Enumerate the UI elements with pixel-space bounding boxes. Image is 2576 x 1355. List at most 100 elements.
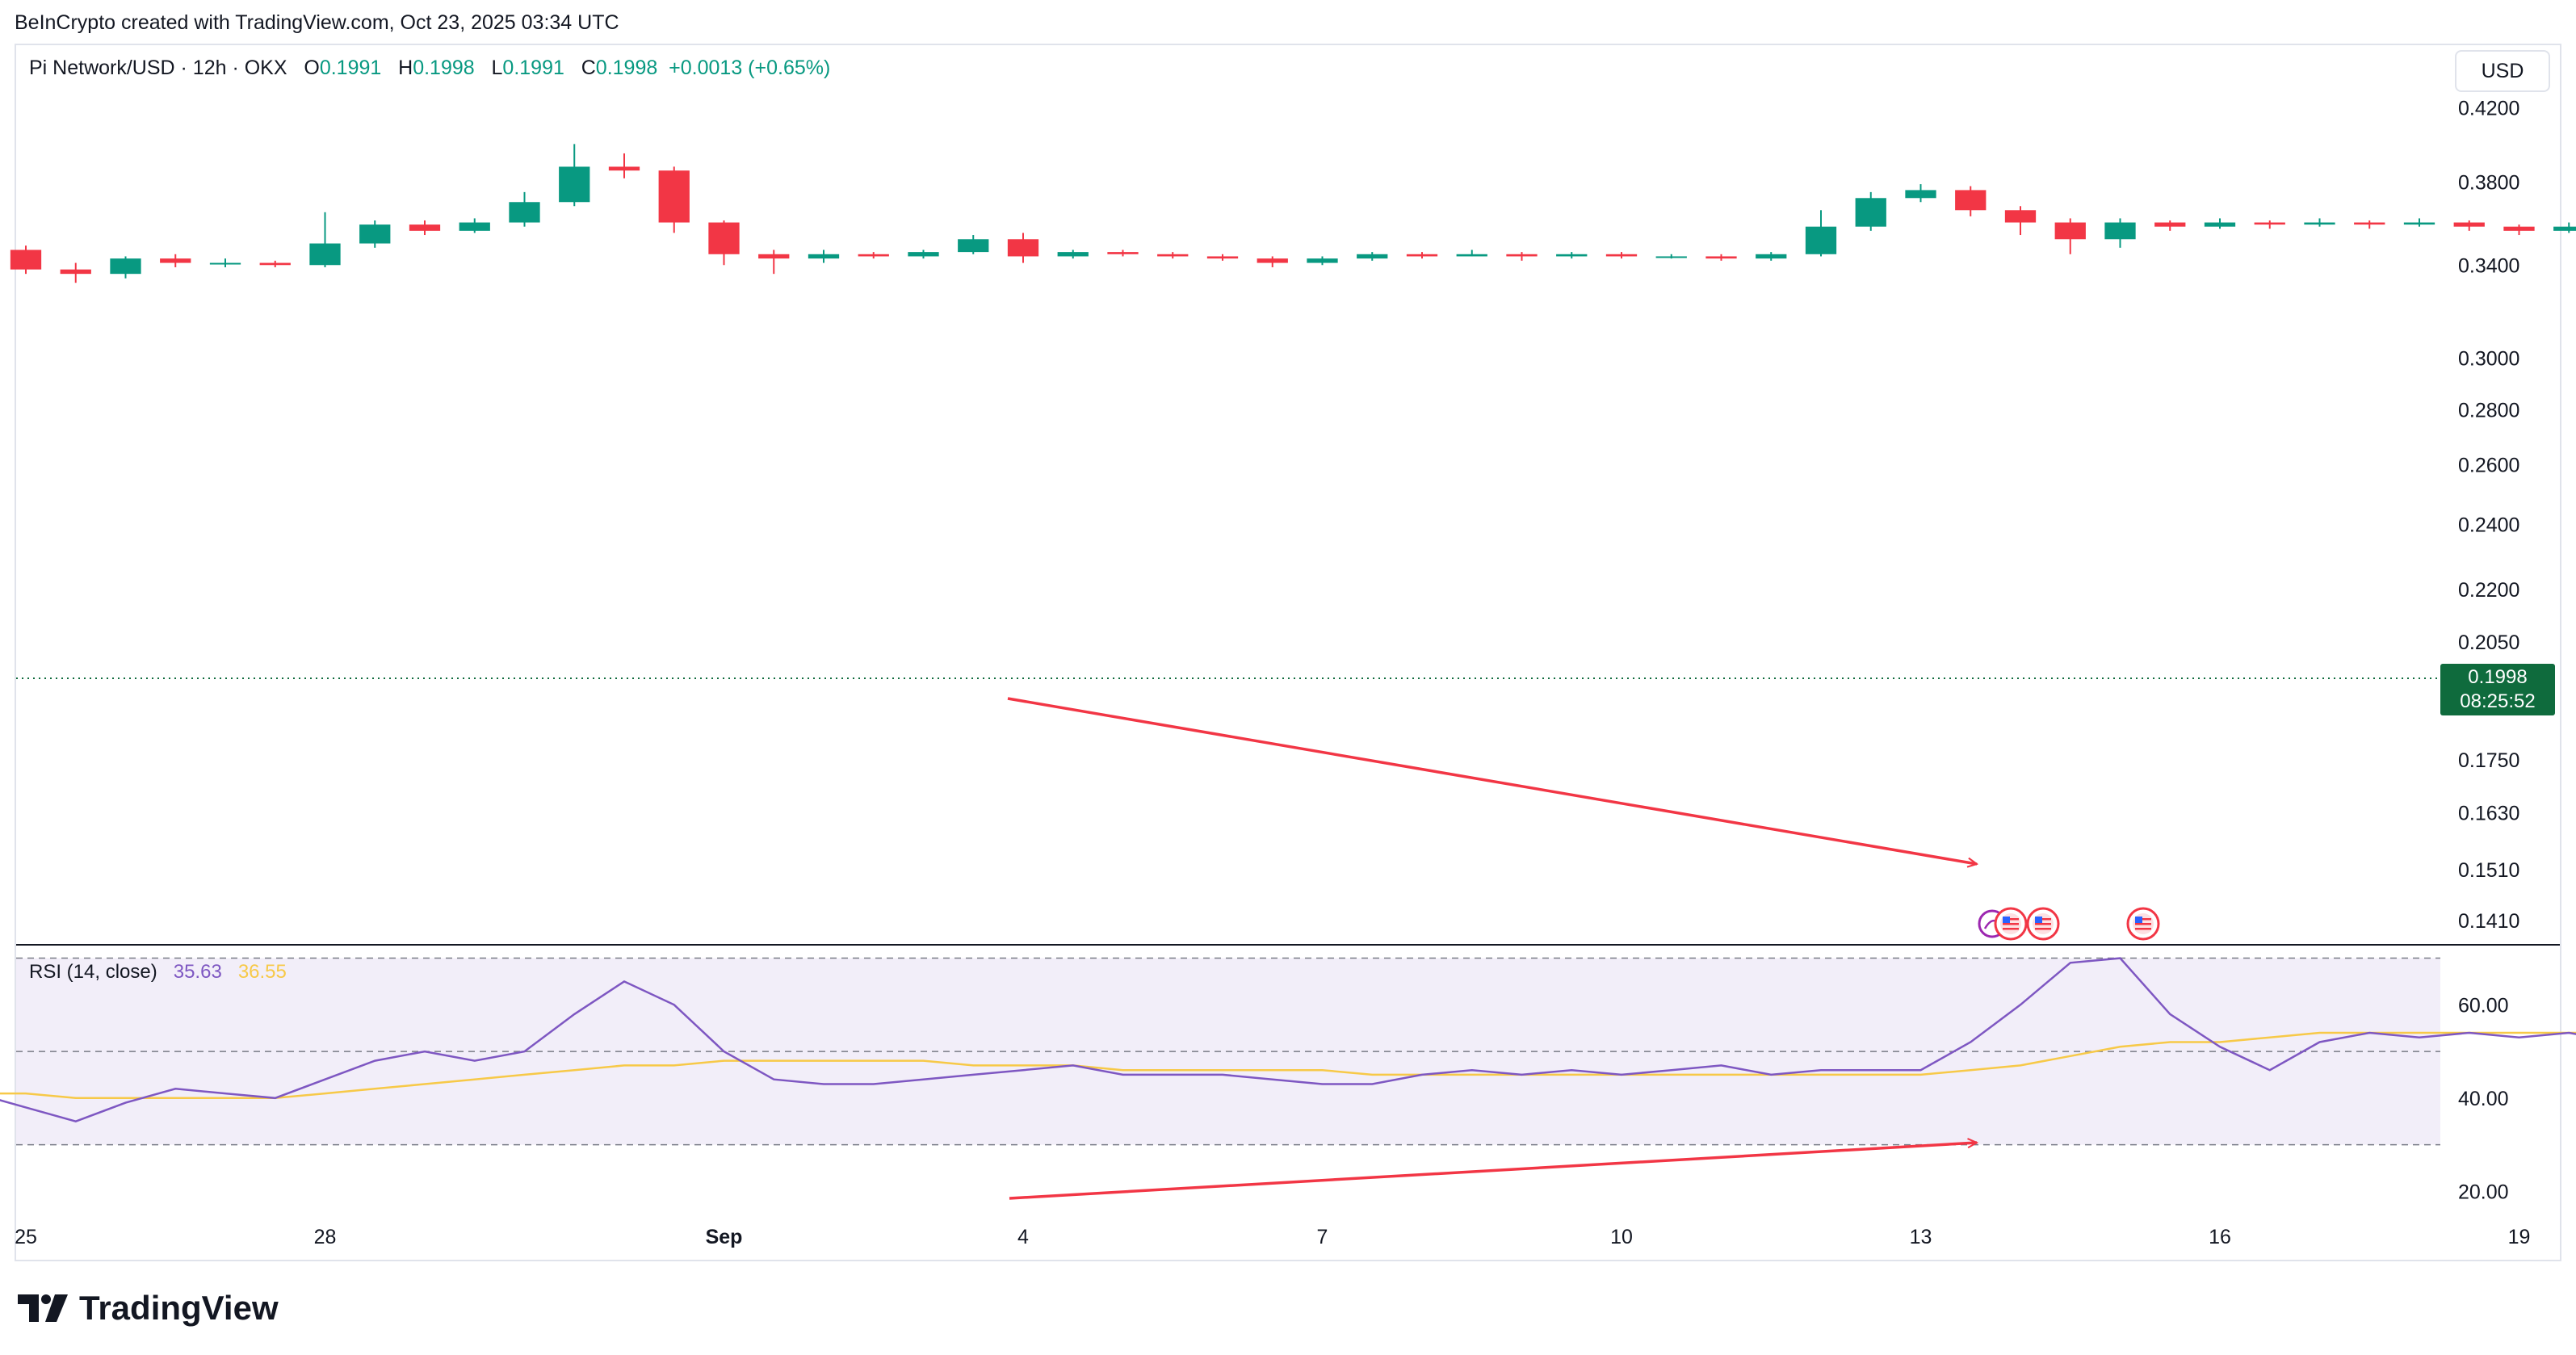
price-tick-label: 0.4200 bbox=[2458, 97, 2519, 120]
candle-body bbox=[2553, 226, 2576, 231]
time-tick-label: 16 bbox=[2209, 1226, 2231, 1248]
candle bbox=[509, 191, 540, 227]
candle bbox=[2403, 218, 2435, 227]
candle bbox=[2503, 224, 2535, 236]
price-tick-label: 0.1410 bbox=[2458, 910, 2519, 933]
candle-body bbox=[908, 252, 939, 257]
candle bbox=[160, 254, 191, 267]
currency-button[interactable]: USD bbox=[2455, 50, 2550, 92]
candle bbox=[1955, 186, 1987, 216]
rsi-tick-label: 20.00 bbox=[2458, 1181, 2509, 1203]
candle bbox=[2553, 222, 2576, 233]
candle bbox=[708, 220, 740, 266]
close-value: 0.1998 bbox=[595, 57, 658, 79]
tradingview-logo-icon bbox=[18, 1294, 68, 1322]
price-tick-label: 0.3000 bbox=[2458, 348, 2519, 371]
time-tick-label: 13 bbox=[1910, 1226, 1932, 1248]
bar-countdown: 08:25:52 bbox=[2460, 690, 2536, 712]
event-icon-us-flag-3[interactable] bbox=[2126, 907, 2160, 941]
price-downtrend-arrow bbox=[1007, 697, 1977, 864]
candle bbox=[1456, 250, 1487, 257]
candle bbox=[209, 258, 241, 267]
candle-body bbox=[958, 239, 989, 253]
price-tick-label: 0.2800 bbox=[2458, 399, 2519, 422]
candle bbox=[60, 262, 91, 283]
candle-body bbox=[209, 262, 241, 265]
candle bbox=[1705, 254, 1737, 261]
candle-body bbox=[459, 222, 490, 231]
candle-body bbox=[1905, 190, 1936, 199]
candle-body bbox=[808, 254, 840, 259]
candle-body bbox=[509, 202, 540, 223]
candle-body bbox=[708, 222, 740, 254]
candle bbox=[559, 144, 590, 207]
candle bbox=[1855, 191, 1886, 231]
candle-body bbox=[2503, 226, 2535, 231]
candle-body bbox=[2403, 222, 2435, 225]
candle bbox=[1107, 250, 1139, 257]
candle-body bbox=[1206, 256, 1239, 259]
tradingview-logo[interactable]: TradingView bbox=[18, 1289, 279, 1328]
candle bbox=[459, 218, 490, 233]
candle bbox=[2004, 206, 2037, 236]
candle-body bbox=[2354, 222, 2385, 225]
candle-body bbox=[758, 254, 790, 259]
event-icon-us-flag-2[interactable] bbox=[2026, 907, 2060, 941]
candle bbox=[1556, 252, 1588, 259]
candle-body bbox=[1955, 190, 1987, 211]
candle bbox=[409, 220, 441, 236]
candle-body bbox=[359, 224, 391, 244]
candle bbox=[758, 250, 790, 275]
time-tick-label: 10 bbox=[1610, 1226, 1633, 1248]
candle-body bbox=[1307, 258, 1338, 263]
candle-body bbox=[2304, 222, 2335, 225]
candle-body bbox=[1756, 254, 1787, 259]
candle bbox=[1206, 254, 1239, 261]
rsi-title[interactable]: RSI (14, close) bbox=[29, 961, 157, 983]
candle-body bbox=[1157, 254, 1189, 257]
brand-name: TradingView bbox=[79, 1289, 279, 1327]
price-tick-label: 0.1630 bbox=[2458, 802, 2519, 824]
open-label: O bbox=[304, 57, 320, 79]
open-value: 0.1991 bbox=[319, 57, 382, 79]
candle-body bbox=[1357, 254, 1388, 259]
candle bbox=[1605, 252, 1638, 259]
candle bbox=[1805, 210, 1837, 257]
price-tick-label: 0.2200 bbox=[2458, 579, 2519, 602]
candle bbox=[2254, 220, 2285, 229]
candle-body bbox=[1456, 254, 1487, 257]
candle-body bbox=[2004, 210, 2037, 223]
candle-body bbox=[559, 166, 590, 203]
candle-body bbox=[259, 262, 291, 266]
candle bbox=[259, 260, 291, 267]
rsi-ma-value: 36.55 bbox=[237, 961, 287, 983]
candle bbox=[1756, 252, 1787, 261]
event-icon-us-flag-1[interactable] bbox=[1994, 907, 2028, 941]
chart-canvas[interactable]: 0.4200 0.3800 0.3400 0.3000 0.2800 0.2600 0.24… bbox=[0, 0, 2576, 1355]
candle bbox=[908, 250, 939, 259]
time-tick-label: 28 bbox=[314, 1226, 337, 1248]
low-value: 0.1991 bbox=[502, 57, 564, 79]
candle-body bbox=[1805, 226, 1837, 254]
candle bbox=[958, 235, 989, 254]
candle bbox=[2354, 220, 2385, 229]
rsi-value: 35.63 bbox=[173, 961, 222, 983]
time-tick-label: 25 bbox=[15, 1226, 37, 1248]
rsi-band-layer bbox=[16, 957, 2440, 1146]
last-price-tag: 0.1998 08:25:52 bbox=[2440, 664, 2555, 715]
candle bbox=[2104, 218, 2136, 248]
candle-body bbox=[1007, 239, 1039, 257]
rsi-tick-label: 60.00 bbox=[2458, 994, 2509, 1017]
candle-body bbox=[2254, 222, 2285, 225]
candle-body bbox=[160, 258, 191, 263]
candle-body bbox=[1057, 252, 1089, 257]
rsi-legend: RSI (14, close) 35.63 36.55 bbox=[29, 961, 287, 984]
price-tick-label: 0.2050 bbox=[2458, 631, 2519, 654]
candle-body bbox=[1655, 256, 1687, 258]
change-value: +0.0013 (+0.65%) bbox=[669, 57, 831, 79]
candle-body bbox=[309, 243, 341, 266]
symbol-label[interactable]: Pi Network/USD · 12h · OKX bbox=[29, 57, 287, 79]
candle-body bbox=[1406, 254, 1438, 257]
candle-body bbox=[2154, 222, 2186, 227]
candle bbox=[1307, 256, 1338, 266]
